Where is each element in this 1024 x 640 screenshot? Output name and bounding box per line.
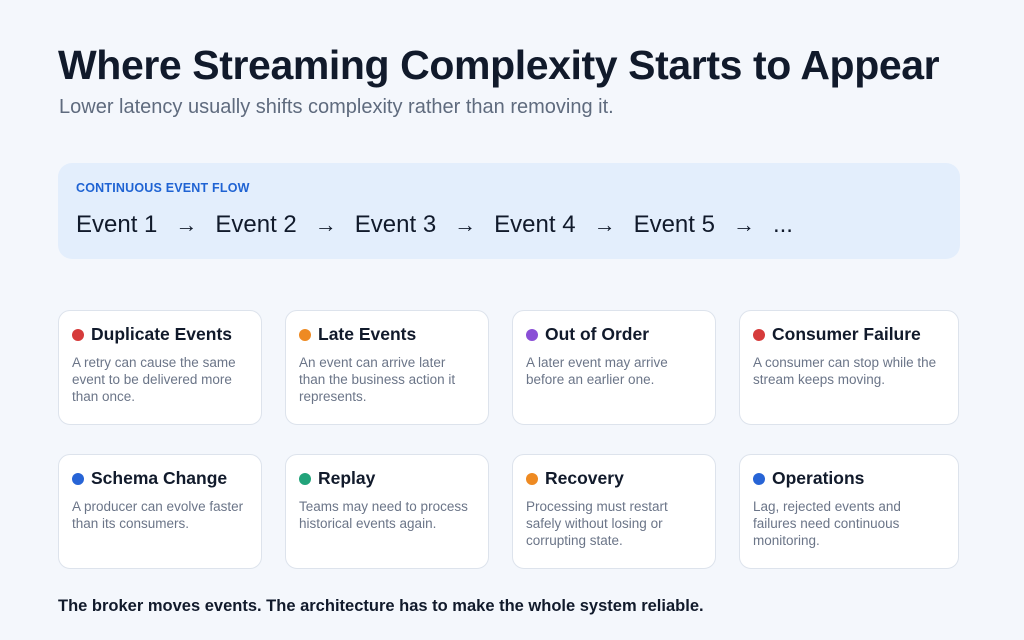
page-title: Where Streaming Complexity Starts to App… [58, 42, 940, 88]
card-duplicate-events: Duplicate Events A retry can cause the s… [58, 310, 262, 425]
green-dot-icon [299, 472, 311, 485]
arrow-right-icon: → [593, 212, 616, 237]
blue-dot-icon [753, 472, 765, 485]
flow-event: Event 2 [215, 211, 297, 238]
red-dot-icon [72, 328, 84, 341]
card-description: Processing must restart safely without l… [526, 499, 668, 548]
flow-ellipsis: ... [772, 211, 793, 238]
orange-dot-icon [526, 472, 538, 485]
page: Where Streaming Complexity Starts to App… [0, 0, 1024, 640]
card-description: An event can arrive later than the busin… [299, 355, 456, 404]
arrow-right-icon: → [314, 212, 337, 237]
card-description: A later event may arrive before an earli… [526, 355, 668, 387]
event-flow-row: Event 1 → Event 2 → Event 3 → Event 4 → … [76, 211, 942, 239]
card-title: Duplicate Events [91, 324, 233, 344]
card-title: Operations [772, 468, 865, 488]
card-recovery: Recovery Processing must restart safely … [512, 454, 716, 569]
arrow-right-icon: → [454, 212, 477, 237]
arrow-right-icon: → [732, 212, 755, 237]
card-description: A producer can evolve faster than its co… [72, 499, 244, 531]
card-operations: Operations Lag, rejected events and fail… [739, 454, 959, 569]
card-late-events: Late Events An event can arrive later th… [285, 310, 489, 425]
card-title: Replay [318, 468, 376, 488]
card-title: Out of Order [545, 324, 650, 344]
red-dot-icon [753, 328, 765, 341]
orange-dot-icon [299, 328, 311, 341]
blue-dot-icon [72, 472, 84, 485]
footer-note: The broker moves events. The architectur… [58, 597, 704, 615]
card-replay: Replay Teams may need to process histori… [285, 454, 489, 569]
flow-event: Event 4 [494, 211, 576, 238]
event-flow-panel: CONTINUOUS EVENT FLOW Event 1 → Event 2 … [58, 163, 960, 259]
card-consumer-failure: Consumer Failure A consumer can stop whi… [739, 310, 959, 425]
flow-event: Event 1 [76, 211, 158, 238]
flow-event: Event 5 [633, 211, 715, 238]
arrow-right-icon: → [175, 212, 198, 237]
event-flow-label: CONTINUOUS EVENT FLOW [76, 181, 250, 195]
purple-dot-icon [526, 328, 538, 341]
card-title: Late Events [318, 324, 417, 344]
card-description: Teams may need to process historical eve… [299, 499, 468, 531]
flow-event: Event 3 [354, 211, 437, 238]
card-title: Recovery [545, 468, 624, 488]
card-title: Consumer Failure [772, 324, 921, 344]
page-subtitle: Lower latency usually shifts complexity … [59, 96, 614, 118]
card-description: A retry can cause the same event to be d… [72, 355, 236, 404]
card-schema-change: Schema Change A producer can evolve fast… [58, 454, 262, 569]
card-description: Lag, rejected events and failures need c… [753, 499, 901, 548]
card-title: Schema Change [91, 468, 228, 488]
complexity-cards-grid: Duplicate Events A retry can cause the s… [58, 310, 960, 569]
card-out-of-order: Out of Order A later event may arrive be… [512, 310, 716, 425]
card-description: A consumer can stop while the stream kee… [753, 355, 937, 387]
